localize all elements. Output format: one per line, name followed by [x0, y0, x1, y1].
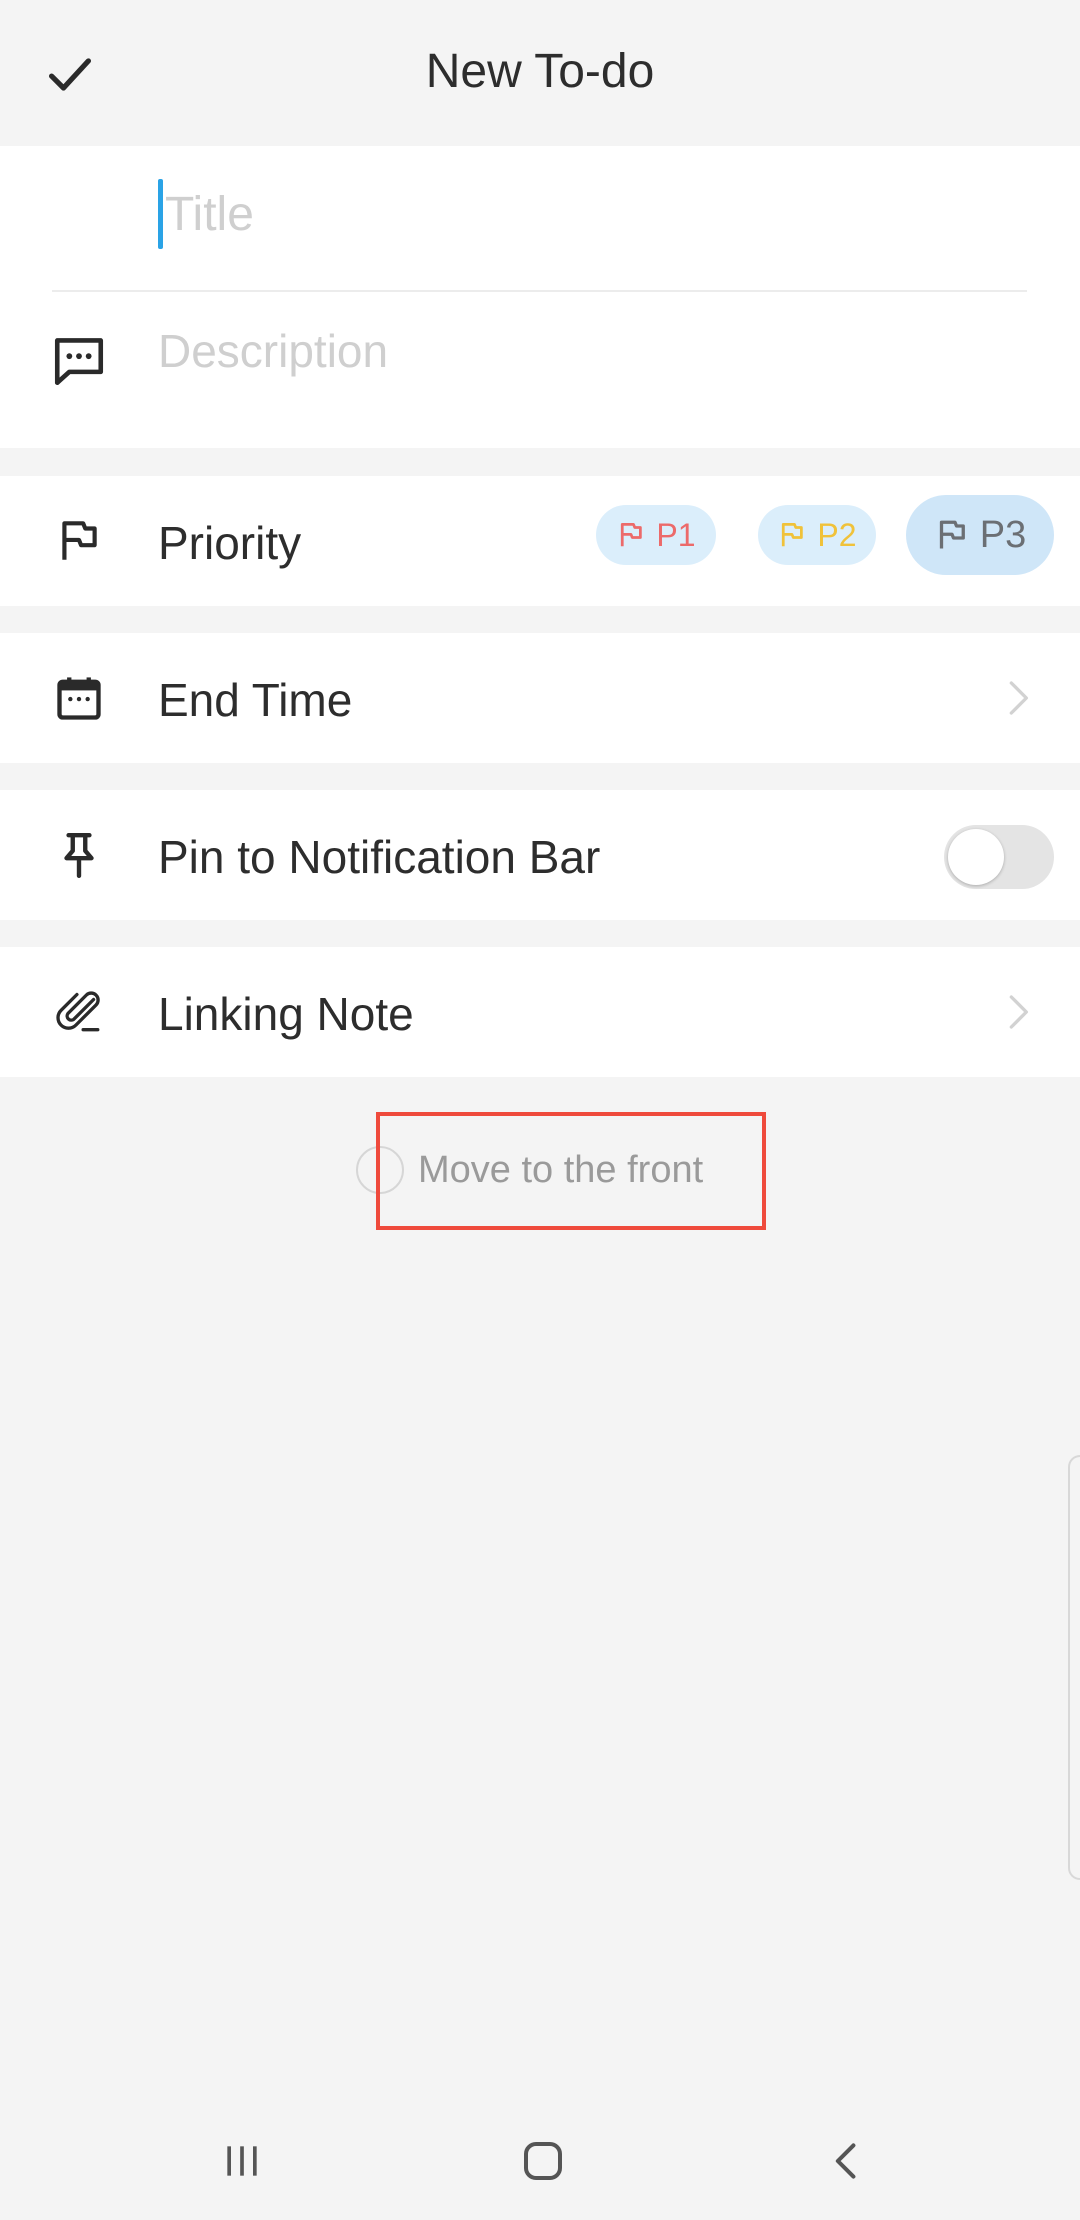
title-input[interactable]: Title — [158, 174, 1028, 254]
page-title: New To-do — [425, 45, 655, 98]
chevron-right-icon — [998, 992, 1038, 1032]
pin-label: Pin to Notification Bar — [158, 831, 601, 883]
toggle-knob — [948, 829, 1004, 885]
app-header: New To-do — [0, 0, 1080, 146]
end-time-row[interactable]: End Time — [0, 633, 1080, 763]
comment-icon — [50, 332, 108, 390]
flag-icon — [50, 512, 108, 570]
text-cursor — [158, 179, 163, 249]
priority-p1-chip[interactable]: P1 — [596, 505, 716, 565]
note-content-card: Title Description — [0, 146, 1080, 448]
screen: New To-do Title Description Priority P1 … — [0, 0, 1080, 2220]
edge-panel-handle[interactable] — [1068, 1455, 1080, 1880]
pin-toggle[interactable] — [944, 825, 1054, 889]
linking-note-label: Linking Note — [158, 988, 414, 1040]
linking-note-row[interactable]: Linking Note — [0, 947, 1080, 1077]
back-icon[interactable] — [807, 2126, 887, 2196]
divider — [52, 290, 1027, 292]
highlight-box — [376, 1112, 766, 1230]
priority-p3-label: P3 — [979, 513, 1027, 556]
description-input[interactable]: Description — [158, 324, 388, 378]
flag-icon — [621, 523, 643, 547]
priority-p2-chip[interactable]: P2 — [758, 505, 876, 565]
flag-icon — [782, 523, 804, 547]
priority-p1-label: P1 — [656, 516, 696, 553]
priority-p2-label: P2 — [817, 516, 857, 553]
recent-apps-icon[interactable] — [202, 2126, 282, 2196]
calendar-icon — [50, 669, 108, 727]
priority-p3-chip[interactable]: P3 — [906, 495, 1054, 575]
title-placeholder: Title — [165, 187, 254, 241]
end-time-label: End Time — [158, 674, 353, 726]
flag-icon — [939, 520, 965, 549]
priority-label: Priority — [158, 517, 302, 569]
priority-row: Priority P1 P2 P3 — [0, 476, 1080, 606]
system-nav-bar — [0, 2100, 1080, 2220]
pin-icon — [50, 826, 108, 884]
home-icon[interactable] — [503, 2126, 583, 2196]
chevron-right-icon — [998, 678, 1038, 718]
paperclip-icon — [50, 983, 108, 1041]
pin-notification-row: Pin to Notification Bar — [0, 790, 1080, 920]
